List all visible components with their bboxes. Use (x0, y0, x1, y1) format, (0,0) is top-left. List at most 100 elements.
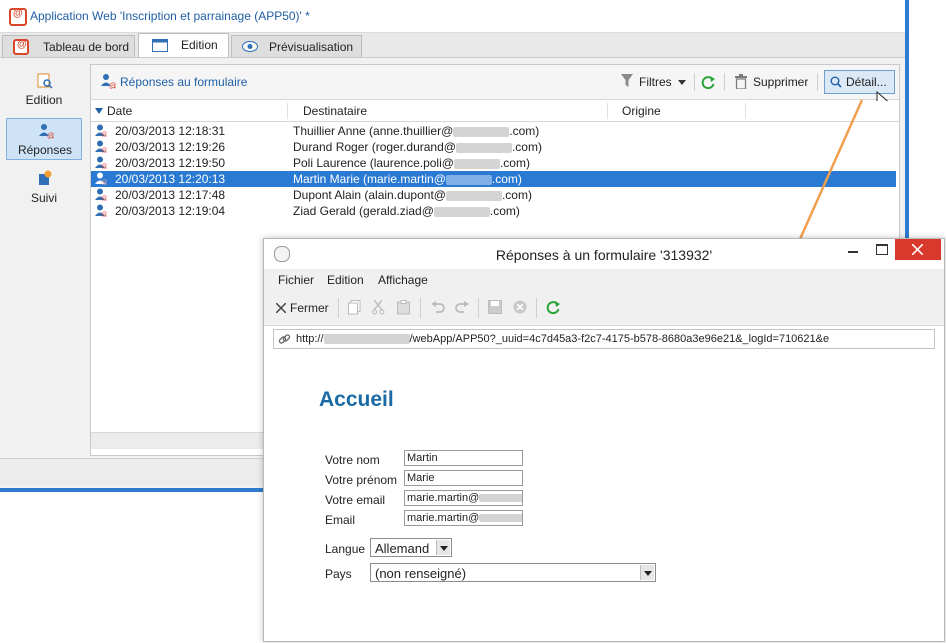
svg-text:@: @ (101, 211, 107, 217)
paste-icon[interactable] (397, 300, 410, 315)
filter-icon (621, 74, 633, 87)
window-close-icon (912, 244, 923, 255)
recipient-icon: @ (95, 156, 107, 169)
prenom-input[interactable]: Marie (404, 470, 523, 486)
svg-text:@: @ (101, 179, 107, 185)
edition-nav-icon (37, 73, 53, 89)
delete-button[interactable]: Supprimer (732, 71, 814, 93)
svg-text:@: @ (101, 195, 107, 201)
pays-select[interactable]: (non renseigné) (370, 563, 656, 582)
form-heading: Accueil (319, 388, 394, 411)
row-recipient: Thuillier Anne (anne.thuillier@ .com) (293, 124, 540, 138)
nav-responses-label: Réponses (17, 143, 73, 157)
undo-icon[interactable] (431, 301, 445, 313)
menu-fichier[interactable]: Fichier (278, 273, 314, 287)
section-title: Réponses au formulaire (120, 75, 248, 89)
filters-button[interactable]: Filtres (619, 71, 689, 93)
tab-preview[interactable]: Prévisualisation (231, 35, 362, 57)
tab-edition-label: Edition (181, 38, 218, 52)
nom-input[interactable]: Martin (404, 450, 523, 466)
save-icon[interactable] (488, 300, 502, 314)
email-confirm-input[interactable]: marie.martin@.c (404, 510, 523, 526)
tab-edition[interactable]: Edition (138, 33, 229, 57)
toolbar-divider (724, 73, 725, 91)
column-header-origin[interactable]: Origine (622, 104, 661, 118)
field-label-langue: Langue (325, 542, 366, 556)
column-divider[interactable] (745, 103, 746, 119)
recipient-icon: @ (95, 140, 107, 153)
responses-title-icon: @ (101, 74, 116, 89)
row-recipient: Dupont Alain (alain.dupont@ .com) (293, 188, 532, 202)
minimize-icon[interactable] (848, 251, 858, 253)
toolbar-divider (694, 73, 695, 91)
popup-title-bar: Réponses à un formulaire '313932' (264, 239, 944, 269)
column-header-recipient[interactable]: Destinataire (303, 104, 367, 118)
maximize-icon[interactable] (876, 244, 888, 255)
nav-item-responses[interactable]: @ Réponses (6, 118, 82, 160)
recipient-icon: @ (95, 172, 107, 185)
menu-affichage[interactable]: Affichage (378, 273, 428, 287)
tracking-icon (39, 170, 52, 185)
svg-text:@: @ (101, 147, 107, 153)
toolbar-divider (536, 298, 537, 318)
dashboard-icon (13, 39, 29, 55)
row-date: 20/03/2013 12:19:50 (115, 156, 226, 170)
tab-dashboard[interactable]: Tableau de bord (2, 35, 135, 57)
row-date: 20/03/2013 12:18:31 (115, 124, 226, 138)
close-x-icon (276, 303, 286, 313)
filters-label: Filtres (639, 75, 672, 89)
row-recipient: Ziad Gerald (gerald.ziad@ .com) (293, 204, 520, 218)
edition-icon (152, 39, 168, 52)
toolbar-divider (420, 298, 421, 318)
toolbar-divider (817, 73, 818, 91)
pays-value: (non renseigné) (375, 566, 467, 581)
row-recipient: Durand Roger (roger.durand@ .com) (293, 140, 542, 154)
link-icon (278, 334, 291, 344)
row-date: 20/03/2013 12:20:13 (115, 172, 226, 186)
window-close-button[interactable] (895, 239, 941, 260)
cut-icon[interactable] (372, 300, 385, 315)
url-text: http:///webApp/APP50?_uuid=4c7d45a3-f2c7… (296, 333, 830, 345)
menu-edition[interactable]: Edition (327, 273, 364, 287)
url-field[interactable]: http:///webApp/APP50?_uuid=4c7d45a3-f2c7… (273, 329, 935, 349)
field-label-prenom: Votre prénom (325, 473, 398, 487)
field-label-email2: Email (325, 513, 356, 527)
tab-preview-label: Prévisualisation (269, 40, 354, 54)
chevron-down-icon (436, 540, 450, 555)
row-date: 20/03/2013 12:19:04 (115, 204, 226, 218)
column-divider[interactable] (607, 103, 608, 119)
refresh-icon[interactable] (546, 300, 561, 315)
email-input[interactable]: marie.martin@.c (404, 490, 523, 506)
main-title-bar: Application Web 'Inscription et parraina… (0, 0, 905, 33)
copy-icon[interactable] (348, 300, 361, 315)
nav-tracking-label: Suivi (30, 191, 57, 205)
row-recipient: Martin Marie (marie.martin@ .com) (293, 172, 522, 186)
row-recipient: Poli Laurence (laurence.poli@ .com) (293, 156, 530, 170)
cancel-icon[interactable] (513, 300, 527, 314)
popup-title: Réponses à un formulaire '313932' (495, 247, 713, 263)
langue-select[interactable]: Allemand (370, 538, 452, 557)
chevron-down-icon (640, 565, 654, 580)
column-header-date[interactable]: Date (107, 104, 132, 118)
langue-value: Allemand (375, 541, 430, 556)
sort-desc-icon (95, 108, 103, 114)
app-icon (9, 8, 27, 26)
popup-toolbar: Fermer (264, 291, 944, 326)
redo-icon[interactable] (455, 301, 469, 313)
refresh-icon[interactable] (701, 75, 716, 90)
svg-text:@: @ (47, 131, 54, 139)
responses-toolbar: @ Réponses au formulaire Filtres Supprim… (91, 65, 899, 100)
nav-edition-label: Edition (25, 93, 63, 107)
nav-item-tracking[interactable]: Suivi (6, 168, 82, 210)
nav-item-edition[interactable]: Edition (6, 70, 82, 112)
column-divider[interactable] (287, 103, 288, 119)
row-date: 20/03/2013 12:17:48 (115, 188, 226, 202)
delete-label: Supprimer (753, 75, 809, 89)
tab-dashboard-label: Tableau de bord (43, 40, 130, 54)
toolbar-divider (478, 298, 479, 318)
tab-strip: Tableau de bord Edition Prévisualisation (0, 33, 905, 58)
chevron-down-icon (678, 80, 686, 85)
search-icon (830, 76, 842, 88)
close-button[interactable]: Fermer (274, 300, 334, 318)
recipient-icon: @ (95, 204, 107, 217)
